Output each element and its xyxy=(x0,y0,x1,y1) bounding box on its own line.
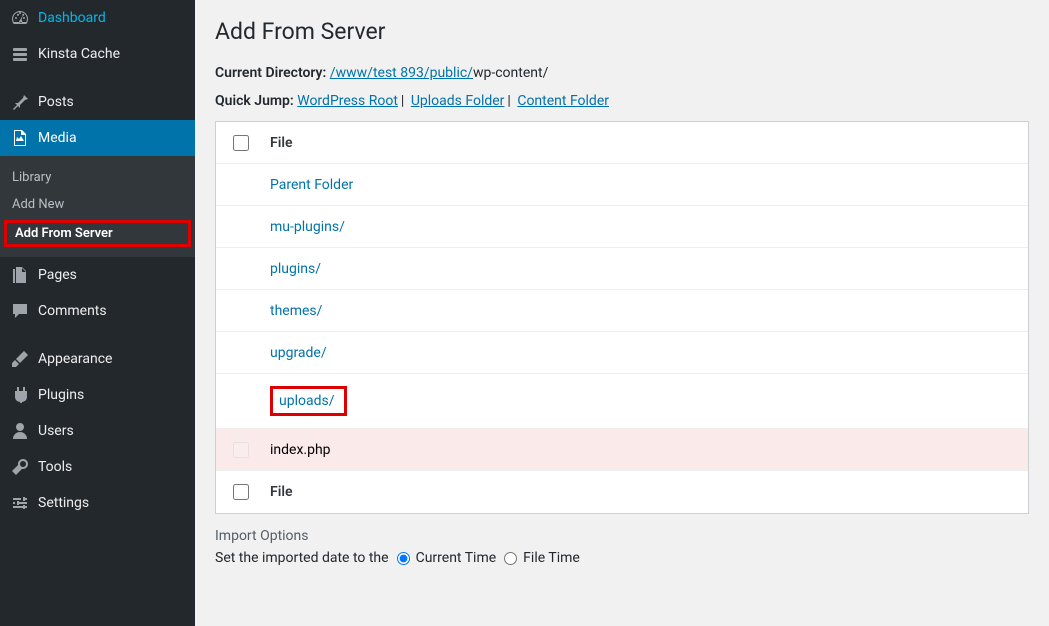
folder-plugins[interactable]: plugins/ xyxy=(270,261,321,277)
table-row: uploads/ xyxy=(216,374,1028,429)
parent-folder-link[interactable]: Parent Folder xyxy=(270,177,353,193)
media-icon xyxy=(10,128,30,148)
sidebar-item-settings[interactable]: Settings xyxy=(0,485,195,521)
admin-sidebar: Dashboard Kinsta Cache Posts Media Libra… xyxy=(0,0,195,626)
sidebar-item-dashboard[interactable]: Dashboard xyxy=(0,0,195,36)
table-row: themes/ xyxy=(216,290,1028,332)
quick-jump-content[interactable]: Content Folder xyxy=(517,93,609,109)
sidebar-label: Users xyxy=(38,423,74,439)
folder-upgrade[interactable]: upgrade/ xyxy=(270,345,327,361)
radio-current-time[interactable] xyxy=(397,552,410,565)
sidebar-item-media[interactable]: Media xyxy=(0,120,195,156)
table-footer: File xyxy=(216,471,1028,513)
file-table: File Parent Folder mu-plugins/ plugins/ … xyxy=(215,121,1029,514)
sidebar-item-comments[interactable]: Comments xyxy=(0,293,195,329)
comment-icon xyxy=(10,301,30,321)
file-checkbox-disabled xyxy=(233,442,249,458)
import-date-label: Set the imported date to the xyxy=(215,550,389,566)
sidebar-label: Kinsta Cache xyxy=(38,46,120,62)
current-time-label: Current Time xyxy=(416,550,497,566)
sidebar-item-users[interactable]: Users xyxy=(0,413,195,449)
uploads-highlight: uploads/ xyxy=(270,386,347,416)
table-row-disabled: index.php xyxy=(216,429,1028,471)
quick-jump-uploads[interactable]: Uploads Folder xyxy=(411,93,505,109)
brush-icon xyxy=(10,349,30,369)
quick-jump-root[interactable]: WordPress Root xyxy=(297,93,398,109)
sidebar-item-tools[interactable]: Tools xyxy=(0,449,195,485)
quick-jump-label: Quick Jump: xyxy=(215,93,294,109)
sidebar-label: Comments xyxy=(38,303,107,319)
page-icon xyxy=(10,265,30,285)
sidebar-item-plugins[interactable]: Plugins xyxy=(0,377,195,413)
table-row: mu-plugins/ xyxy=(216,206,1028,248)
folder-mu-plugins[interactable]: mu-plugins/ xyxy=(270,219,345,235)
wrench-icon xyxy=(10,457,30,477)
pin-icon xyxy=(10,92,30,112)
sidebar-separator xyxy=(0,329,195,341)
sidebar-label: Plugins xyxy=(38,387,84,403)
submenu-library[interactable]: Library xyxy=(0,164,195,191)
current-dir-link[interactable]: /www/test 893/public/ xyxy=(330,65,473,81)
folder-themes[interactable]: themes/ xyxy=(270,303,322,319)
file-time-label: File Time xyxy=(523,550,580,566)
media-submenu: Library Add New Add From Server xyxy=(0,156,195,257)
user-icon xyxy=(10,421,30,441)
import-options: Import Options Set the imported date to … xyxy=(215,528,1029,566)
table-row: upgrade/ xyxy=(216,332,1028,374)
sliders-icon xyxy=(10,493,30,513)
sidebar-label: Appearance xyxy=(38,351,112,367)
sidebar-label: Posts xyxy=(38,94,74,110)
sidebar-label: Dashboard xyxy=(38,10,106,26)
import-options-title: Import Options xyxy=(215,528,1029,544)
sidebar-item-appearance[interactable]: Appearance xyxy=(0,341,195,377)
submenu-add-new[interactable]: Add New xyxy=(0,191,195,218)
sidebar-item-posts[interactable]: Posts xyxy=(0,84,195,120)
folder-uploads[interactable]: uploads/ xyxy=(279,393,334,409)
kinsta-icon xyxy=(10,44,30,64)
sidebar-label: Settings xyxy=(38,495,89,511)
current-dir-label: Current Directory: xyxy=(215,65,326,81)
plug-icon xyxy=(10,385,30,405)
dashboard-icon xyxy=(10,8,30,28)
page-title: Add From Server xyxy=(215,18,1029,45)
sidebar-label: Pages xyxy=(38,267,77,283)
file-column-header: File xyxy=(266,123,1028,163)
sidebar-label: Tools xyxy=(38,459,72,475)
table-row: Parent Folder xyxy=(216,164,1028,206)
select-all-top[interactable] xyxy=(233,135,249,151)
main-content: Add From Server Current Directory: /www/… xyxy=(195,0,1049,626)
sidebar-label: Media xyxy=(38,130,77,146)
radio-file-time[interactable] xyxy=(504,552,517,565)
current-directory: Current Directory: /www/test 893/public/… xyxy=(215,65,1029,81)
sidebar-item-pages[interactable]: Pages xyxy=(0,257,195,293)
file-index-php: index.php xyxy=(266,430,1028,470)
submenu-add-from-server[interactable]: Add From Server xyxy=(4,220,191,247)
table-row: plugins/ xyxy=(216,248,1028,290)
sidebar-item-kinsta-cache[interactable]: Kinsta Cache xyxy=(0,36,195,72)
file-column-footer: File xyxy=(266,472,1028,512)
current-dir-tail: wp-content/ xyxy=(473,65,548,81)
sidebar-separator xyxy=(0,72,195,84)
select-all-bottom[interactable] xyxy=(233,484,249,500)
table-header: File xyxy=(216,122,1028,164)
quick-jump: Quick Jump: WordPress Root| Uploads Fold… xyxy=(215,93,1029,109)
